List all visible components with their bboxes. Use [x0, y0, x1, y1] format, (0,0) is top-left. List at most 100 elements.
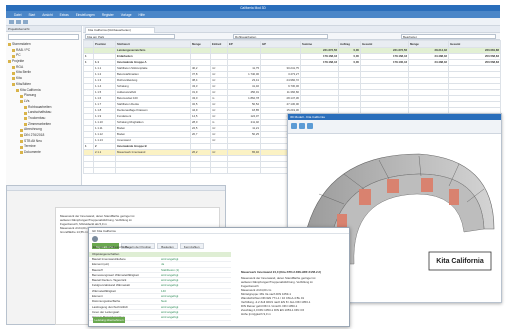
property-key: Feldgrenzabstand Wärmekalt: [92, 283, 130, 288]
folder-icon: [24, 105, 27, 109]
property-value[interactable]: Ja: [161, 262, 229, 266]
description-text: Mauerwerk der Innenwand, deren Standfläc…: [241, 276, 346, 316]
property-key: Dämmungsoberfläche: [92, 299, 121, 304]
folder-icon: [20, 151, 23, 155]
folder-icon: [24, 117, 27, 121]
project-field[interactable]: Kita am Park: [85, 34, 175, 39]
property-value[interactable]: Stahlbeton (1): [161, 268, 229, 272]
menu-item[interactable]: Einstellungen: [76, 13, 95, 17]
description-panel: Mauerwerk Innenwand 24,0 (Kita-STD-2.DIN…: [241, 270, 346, 316]
property-value[interactable]: wird angefügt: [161, 294, 229, 298]
redo-icon[interactable]: [23, 20, 28, 24]
folder-icon: [24, 111, 27, 115]
folder-icon: [12, 49, 15, 53]
property-value[interactable]: wird angefügt: [161, 273, 229, 277]
property-key: Innen der Leitungsart: [92, 309, 120, 314]
lv-field[interactable]: Rohbauarbeiten: [233, 34, 328, 39]
folder-icon: [8, 60, 11, 64]
pan-icon[interactable]: [307, 123, 313, 129]
table-cell[interactable]: [93, 166, 116, 174]
grid-header-row: Position Stichwort Menge Einheit EP GP Summe Au…: [83, 40, 501, 48]
column-header[interactable]: Auftrag: [338, 40, 361, 48]
table-cell[interactable]: [210, 166, 228, 174]
undo-icon[interactable]: [16, 20, 21, 24]
status-field[interactable]: Bearbeitet: [401, 34, 496, 39]
folder-icon: [12, 66, 15, 70]
table-cell[interactable]: [115, 166, 191, 174]
properties-tab[interactable]: Bauteilen: [157, 243, 178, 249]
column-header[interactable]: Summe: [300, 40, 339, 48]
properties-title: GF Kita California: [89, 228, 349, 234]
filter-bar: Kita am Park Rohbauarbeiten Bearbeitet: [83, 33, 500, 40]
menu-item[interactable]: Datei: [14, 13, 21, 17]
document-toolbar: [7, 186, 225, 191]
property-key: Element (ein): [92, 262, 110, 267]
property-key: Wärmeleitfähigkeit: [92, 288, 116, 293]
property-value[interactable]: wird angefügt: [161, 315, 229, 319]
table-cell[interactable]: [190, 166, 211, 174]
property-value[interactable]: 140: [161, 289, 229, 293]
folder-icon: [20, 128, 23, 132]
menu-item[interactable]: Vorlage: [121, 13, 132, 17]
folder-icon: [20, 94, 23, 98]
properties-window: GF Kita California Element - Stahlbetonf…: [88, 227, 350, 327]
property-value[interactable]: wird angefügt: [161, 283, 229, 287]
column-header[interactable]: GP: [260, 40, 301, 48]
zoom-icon[interactable]: [299, 123, 305, 129]
menu-item[interactable]: Register: [102, 13, 114, 17]
tree-item-label: Dokumente: [24, 150, 41, 155]
menu-item[interactable]: Ansicht: [42, 13, 52, 17]
rotate-icon[interactable]: [291, 123, 297, 129]
project-tree: Stammdaten RAB / PC PC Projekte RGA Kita Berl…: [6, 42, 81, 156]
folder-icon: [12, 83, 15, 87]
property-value[interactable]: wird angefügt: [161, 310, 229, 314]
table-cell[interactable]: [83, 166, 94, 174]
folder-icon: [12, 54, 15, 58]
folder-icon: [20, 145, 23, 149]
column-header[interactable]: EP: [227, 40, 261, 48]
column-header[interactable]: Menge: [408, 40, 449, 48]
property-key: Bauteil Decken- Tagesrück: [92, 278, 127, 283]
column-header[interactable]: Gesamt: [448, 40, 501, 48]
column-header[interactable]: Stichwort: [115, 40, 191, 48]
menu-item[interactable]: Start: [28, 13, 35, 17]
column-header[interactable]: Position: [93, 40, 116, 48]
property-key: Bauteil Innenwand/äußere: [92, 257, 126, 261]
tree-item[interactable]: Dokumente: [6, 150, 81, 156]
folder-icon: [12, 71, 15, 75]
viewer-toolbar: [288, 120, 501, 134]
column-header[interactable]: [83, 40, 94, 48]
folder-icon: [8, 43, 11, 47]
properties-header: Element - Stahlbetonfläche: [93, 245, 130, 249]
project-panel-header: Projektübersicht: [6, 26, 81, 32]
model-banner: Kita California: [436, 258, 484, 265]
table-cell[interactable]: [227, 166, 261, 174]
folder-icon: [20, 100, 23, 104]
save-icon[interactable]: [9, 20, 14, 24]
property-key: Bemessungswert Wärmeleitfähigkeit: [92, 272, 139, 277]
menu-bar: Datei Start Ansicht Extras Einstellungen Regi…: [6, 11, 500, 18]
column-header[interactable]: Einheit: [210, 40, 228, 48]
folder-icon: [24, 122, 27, 126]
column-header[interactable]: Gesamt: [360, 40, 409, 48]
column-header[interactable]: Menge: [190, 40, 211, 48]
apply-button[interactable]: Leistung übernehmen: [93, 317, 125, 323]
property-value[interactable]: wird angefügt: [161, 257, 229, 261]
folder-icon: [12, 77, 15, 81]
document-tabs: Kita California (Rohbauarbeiten): [83, 26, 500, 33]
project-search-input[interactable]: [8, 34, 79, 40]
properties-tab[interactable]: Kennzahlen: [179, 243, 204, 249]
ribbon-toolbar: [6, 18, 500, 26]
menu-item[interactable]: Extras: [60, 13, 69, 17]
description-title: Mauerwerk Innenwand 24,0 (Kita-STD-2.DIN…: [241, 270, 321, 274]
property-value[interactable]: wird angefügt: [161, 305, 229, 309]
property-value[interactable]: Nein: [161, 299, 229, 303]
element-icon: [92, 236, 98, 242]
property-value[interactable]: wird angefügt: [161, 278, 229, 282]
properties-list: Bauteil Innenwand/äußere wird angefügt Ele…: [89, 257, 231, 321]
property-key: Baustoff: [92, 267, 103, 272]
folder-icon: [20, 134, 23, 138]
property-key: Lasttragung durchschnittlich: [92, 304, 128, 309]
menu-item[interactable]: Hilfe: [139, 13, 145, 17]
folder-icon: [20, 140, 23, 144]
